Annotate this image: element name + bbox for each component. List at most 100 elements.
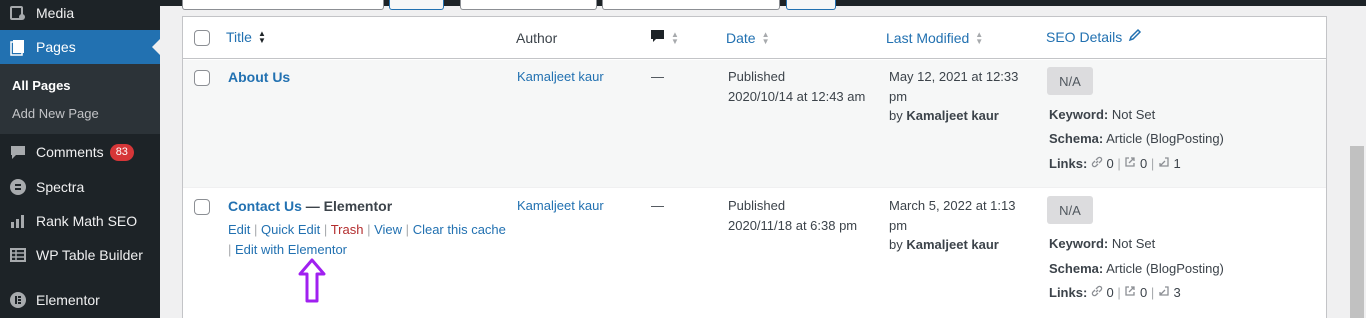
column-comments-header[interactable]: ▲ ▼ xyxy=(650,29,679,47)
external-link-icon xyxy=(1124,285,1136,300)
vertical-scrollbar[interactable] xyxy=(1350,146,1364,318)
sidebar-item-label: Media xyxy=(36,5,75,21)
external-links-count: 0 xyxy=(1140,156,1148,171)
date-value: 2020/11/18 at 6:38 pm xyxy=(728,218,858,233)
column-last-modified-header[interactable]: Last Modified ▲ ▼ xyxy=(886,30,983,46)
sidebar-item-wp-table-builder[interactable]: WP Table Builder xyxy=(0,238,160,272)
seo-links: Links: 0 | 0 | 3 xyxy=(1049,285,1181,300)
select-all-checkbox[interactable] xyxy=(194,30,210,46)
keyword-value: Not Set xyxy=(1111,107,1156,122)
edit-action[interactable]: Edit xyxy=(228,222,250,237)
seo-filter-select[interactable] xyxy=(460,0,597,10)
separator: | xyxy=(1150,156,1155,171)
separator: | xyxy=(323,222,328,237)
schema-value: Article (BlogPosting) xyxy=(1106,131,1224,146)
date-filter-select[interactable] xyxy=(182,0,384,10)
edit-with-elementor-action[interactable]: Edit with Elementor xyxy=(235,242,347,257)
edit-pencil-icon[interactable] xyxy=(1128,28,1142,45)
incoming-links-count: 1 xyxy=(1173,156,1181,171)
separator: | xyxy=(1117,285,1121,300)
column-title-header[interactable]: Title ▲ ▼ xyxy=(226,29,266,45)
modified-by-user: Kamaljeet kaur xyxy=(906,108,999,123)
schema-filter-select[interactable] xyxy=(602,0,780,10)
modified-time-suffix: pm xyxy=(889,218,908,233)
page-title-link[interactable]: Contact Us — Elementor xyxy=(228,198,392,214)
sidebar-item-label: WP Table Builder xyxy=(36,247,143,263)
comments-count-badge: 83 xyxy=(109,143,134,161)
sidebar-item-label: Elementor xyxy=(36,292,100,308)
apply-filter-button[interactable] xyxy=(786,0,836,10)
page-title-text: Contact Us xyxy=(228,198,302,214)
separator: | xyxy=(1150,285,1155,300)
row-checkbox[interactable] xyxy=(194,70,210,86)
modified-by-line: by Kamaljeet kaur xyxy=(889,235,999,255)
filter-button[interactable] xyxy=(389,0,444,10)
sidebar-item-media[interactable]: Media xyxy=(0,0,160,30)
quick-edit-action[interactable]: Quick Edit xyxy=(261,222,320,237)
incoming-link-icon xyxy=(1158,156,1170,171)
submenu-all-pages[interactable]: All Pages xyxy=(12,78,71,93)
date-status: Published xyxy=(728,198,786,213)
sort-icon: ▲ ▼ xyxy=(671,30,679,46)
sidebar-item-comments[interactable]: Comments 83 xyxy=(0,135,160,169)
sidebar-item-rank-math[interactable]: Rank Math SEO xyxy=(0,204,160,238)
schema-value: Article (BlogPosting) xyxy=(1106,261,1224,276)
incoming-link-icon xyxy=(1158,285,1170,300)
author-link[interactable]: Kamaljeet kaur xyxy=(517,196,604,216)
seo-score-badge: N/A xyxy=(1047,67,1093,95)
sort-icon: ▲ ▼ xyxy=(257,29,266,45)
schema-label: Schema: xyxy=(1049,131,1104,146)
sort-icon: ▲ ▼ xyxy=(761,30,770,46)
comments-count: — xyxy=(651,198,664,213)
internal-links-count: 0 xyxy=(1106,156,1114,171)
keyword-label: Keyword: xyxy=(1049,236,1109,251)
sidebar-item-label: Spectra xyxy=(36,179,85,195)
separator: | xyxy=(228,242,232,257)
schema-label: Schema: xyxy=(1049,261,1104,276)
seo-score-badge: N/A xyxy=(1047,196,1093,224)
pages-icon xyxy=(8,37,28,57)
external-link-icon xyxy=(1124,156,1136,171)
modified-by-user: Kamaljeet kaur xyxy=(906,237,999,252)
column-date-header[interactable]: Date ▲ ▼ xyxy=(726,30,770,46)
rank-math-icon xyxy=(8,211,28,231)
pages-list-table: Title ▲ ▼ Author ▲ ▼ Date ▲ ▼ Last Modified… xyxy=(182,16,1327,318)
pages-submenu: All Pages Add New Page xyxy=(0,64,160,134)
view-action[interactable]: View xyxy=(374,222,402,237)
row-checkbox[interactable] xyxy=(194,199,210,215)
separator: | xyxy=(1117,156,1121,171)
page-title-link[interactable]: About Us xyxy=(228,69,290,85)
date-value: 2020/10/14 at 12:43 am xyxy=(728,89,866,104)
elementor-icon xyxy=(8,290,28,310)
column-date-label: Date xyxy=(726,30,756,46)
annotation-arrow-icon xyxy=(298,258,326,303)
submenu-add-new-page[interactable]: Add New Page xyxy=(12,106,99,121)
trash-action[interactable]: Trash xyxy=(331,222,364,237)
column-author-label: Author xyxy=(516,30,558,46)
links-label: Links: xyxy=(1049,156,1088,171)
seo-keyword: Keyword: Not Set xyxy=(1049,236,1155,251)
sidebar-item-spectra[interactable]: Spectra xyxy=(0,170,160,204)
comments-count: — xyxy=(651,69,664,84)
keyword-value: Not Set xyxy=(1111,236,1156,251)
sidebar-item-elementor[interactable]: Elementor xyxy=(0,283,160,317)
row-actions-second-line: | Edit with Elementor xyxy=(228,242,347,257)
modified-by-prefix: by xyxy=(889,237,903,252)
admin-sidebar: Media Pages All Pages Add New Page Comme… xyxy=(0,0,160,318)
spectra-icon xyxy=(8,177,28,197)
sidebar-item-pages[interactable]: Pages xyxy=(0,30,160,64)
separator: | xyxy=(405,222,410,237)
post-state-label: — Elementor xyxy=(301,198,393,214)
seo-schema: Schema: Article (BlogPosting) xyxy=(1049,261,1224,276)
row-actions: Edit | Quick Edit | Trash | View | Clear… xyxy=(228,222,506,237)
clear-cache-action[interactable]: Clear this cache xyxy=(413,222,506,237)
column-title-label: Title xyxy=(226,29,252,45)
internal-link-icon xyxy=(1091,285,1103,300)
author-link[interactable]: Kamaljeet kaur xyxy=(517,67,604,87)
seo-keyword: Keyword: Not Set xyxy=(1049,107,1155,122)
table-row: Contact Us — Elementor Edit | Quick Edit… xyxy=(183,187,1326,318)
modified-date: May 12, 2021 at 12:33 xyxy=(889,69,1019,84)
column-seo-details-label: SEO Details xyxy=(1046,28,1123,45)
modified-by-prefix: by xyxy=(889,108,903,123)
sidebar-item-label: Pages xyxy=(36,39,76,55)
